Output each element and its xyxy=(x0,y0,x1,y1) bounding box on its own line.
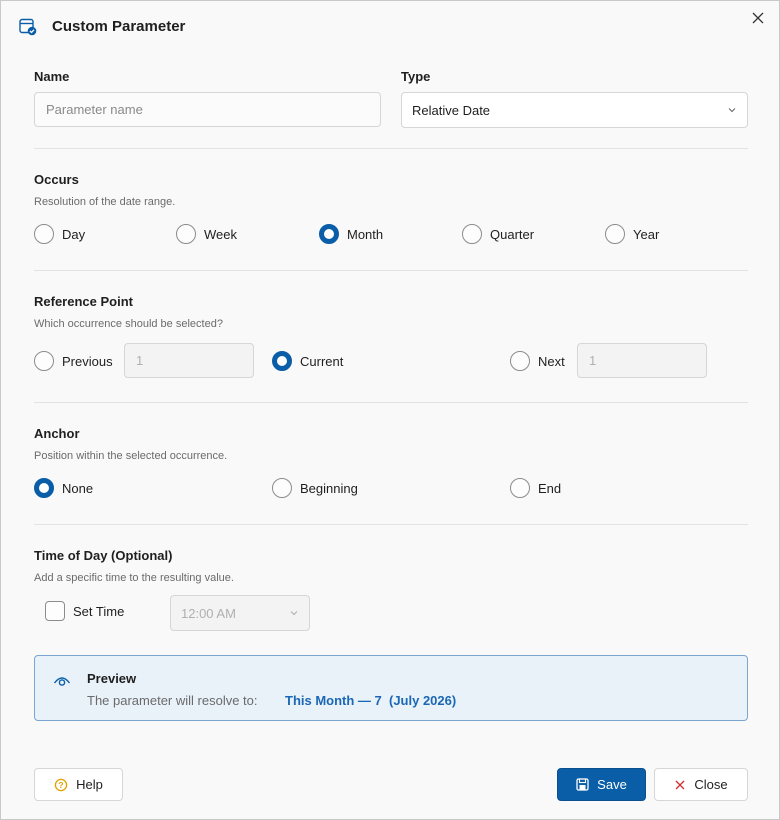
divider xyxy=(34,270,748,271)
radio-label: Week xyxy=(204,227,237,242)
occurs-hint: Resolution of the date range. xyxy=(34,196,176,208)
type-label: Type xyxy=(401,69,431,84)
chevron-down-icon xyxy=(290,611,298,616)
divider xyxy=(34,524,748,525)
radio-circle xyxy=(176,224,196,244)
close-icon[interactable] xyxy=(747,7,769,29)
radio-label: Month xyxy=(347,227,384,242)
reference-point-hint: Which occurrence should be selected? xyxy=(34,318,223,330)
radio-circle xyxy=(510,351,530,371)
preview-text: The parameter will resolve to: xyxy=(87,693,258,708)
set-time-label: Set Time xyxy=(73,604,125,619)
next-count-input[interactable] xyxy=(577,343,707,378)
custom-parameter-dialog: Custom Parameter Name Type Relative Date… xyxy=(0,0,780,820)
radio-circle xyxy=(34,224,54,244)
radio-label: Previous xyxy=(62,354,113,369)
radio-label: None xyxy=(62,481,94,496)
preview-title: Preview xyxy=(87,671,137,686)
set-time-checkbox[interactable] xyxy=(45,601,65,621)
time-select-value: 12:00 AM xyxy=(181,606,236,621)
anchor-title: Anchor xyxy=(34,426,80,441)
time-of-day-hint: Add a specific time to the resulting val… xyxy=(34,572,234,584)
previous-count-input[interactable] xyxy=(124,343,254,378)
close-icon xyxy=(675,780,685,789)
type-select[interactable]: Relative Date xyxy=(401,92,748,128)
radio-label: End xyxy=(538,481,562,496)
time-select[interactable]: 12:00 AM xyxy=(170,595,310,631)
radio-label: Current xyxy=(300,354,344,369)
save-button[interactable]: Save xyxy=(557,768,646,801)
dialog-title: Custom Parameter xyxy=(52,18,186,35)
radio-circle xyxy=(510,478,530,498)
occurs-title: Occurs xyxy=(34,172,79,187)
anchor-hint: Position within the selected occurrence. xyxy=(34,450,228,462)
title-bar: Custom Parameter xyxy=(1,1,779,53)
save-icon xyxy=(576,778,589,791)
reference-point-title: Reference Point xyxy=(34,294,133,309)
radio-label: Next xyxy=(538,354,565,369)
parameter-name-input[interactable] xyxy=(34,92,381,127)
type-select-value: Relative Date xyxy=(412,103,491,118)
svg-text:?: ? xyxy=(59,780,64,790)
help-icon: ? xyxy=(54,778,68,791)
eye-icon xyxy=(53,677,71,686)
radio-label: Quarter xyxy=(490,227,535,242)
chevron-down-icon xyxy=(728,108,736,113)
radio-circle-selected xyxy=(272,351,292,371)
divider xyxy=(34,402,748,403)
name-label: Name xyxy=(34,69,70,84)
save-button-label: Save xyxy=(597,777,627,792)
radio-circle xyxy=(462,224,482,244)
help-button-label: Help xyxy=(76,777,103,792)
help-button[interactable]: ? Help xyxy=(34,768,123,801)
radio-circle xyxy=(272,478,292,498)
preview-panel: Preview The parameter will resolve to: T… xyxy=(34,655,748,721)
radio-circle xyxy=(605,224,625,244)
close-button-label: Close xyxy=(694,777,728,792)
radio-circle-selected xyxy=(319,224,339,244)
radio-label: Day xyxy=(62,227,86,242)
radio-circle-selected xyxy=(34,478,54,498)
divider xyxy=(34,148,748,149)
preview-value: This Month — 7 (July 2026) xyxy=(285,693,457,708)
calendar-parameter-icon xyxy=(19,18,37,36)
radio-label: Beginning xyxy=(300,481,358,496)
time-of-day-title: Time of Day (Optional) xyxy=(34,548,173,563)
radio-label: Year xyxy=(633,227,660,242)
radio-circle xyxy=(34,351,54,371)
close-button[interactable]: Close xyxy=(654,768,748,801)
